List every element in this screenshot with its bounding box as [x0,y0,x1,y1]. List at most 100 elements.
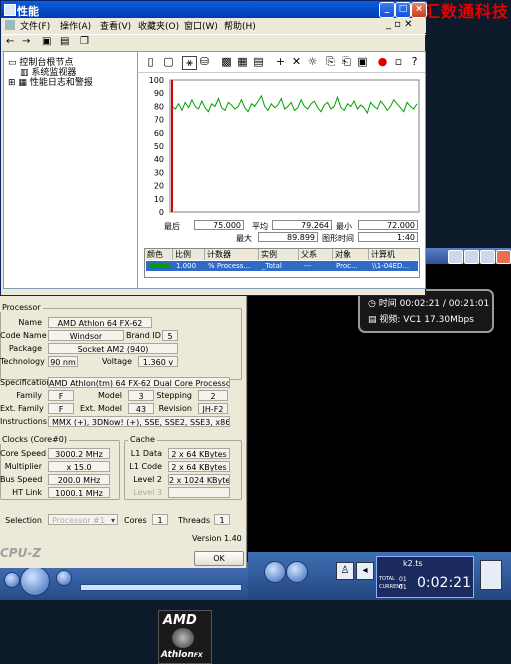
logo-amd-text: AMD [163,613,197,628]
min-label: 最小 [336,222,352,231]
avg-label: 平均 [252,222,268,231]
l1-data-field: 2 x 64 KBytes [168,448,230,459]
watermark: 汇数通科技 [424,2,510,21]
view-histogram-icon[interactable]: ▦ [236,56,249,68]
y-tick-label: 20 [154,182,164,191]
help-icon[interactable]: ? [408,56,421,68]
clear-display-icon[interactable]: ▢ [162,56,175,68]
cell-parent: --- [304,262,312,270]
plot-area [169,79,420,213]
tree-item-perf-logs[interactable]: ⊞ ▦ 性能日志和警报 [8,75,93,88]
level2-field: 2 x 1024 KBytes [168,474,230,485]
lcd-current-value: 01 [399,584,407,591]
codename-label: Code Name [0,331,47,340]
delete-icon[interactable]: ✕ [290,56,303,68]
performance-graph: 1009080706050403020100 [149,76,420,217]
y-tick-label: 60 [154,129,164,138]
close-button[interactable]: × [411,2,427,18]
update-data-icon[interactable]: ▫ [392,56,405,68]
player-maximize-button[interactable] [480,250,495,264]
minimize-button[interactable]: _ [379,2,395,18]
col-computer[interactable]: 计算机 [369,249,419,260]
shuffle-button[interactable] [286,561,308,583]
stepping-label: Stepping [156,391,192,400]
bus-speed-field: 200.0 MHz [48,474,110,485]
maximize-button[interactable]: □ [395,2,411,18]
child-window-controls[interactable]: _ ▫ ✕ [386,19,413,30]
cores-field: 1 [152,514,168,525]
paste-counter-list-icon[interactable]: ⎗ [340,56,353,68]
instructions-field: MMX (+), 3DNow! (+), SSE, SSE2, SSE3, x8… [48,416,230,427]
new-counter-set-icon[interactable]: ▯ [144,56,157,68]
processor-select[interactable]: Processor #1 ▾ [48,514,118,525]
ok-button[interactable]: OK [194,551,244,566]
min-value: 72.000 [358,220,418,230]
cache-group-label: Cache [128,435,157,444]
up-folder-icon[interactable]: ▣ [42,36,51,47]
add-icon[interactable]: + [274,56,287,68]
properties-icon[interactable]: ❐ [80,36,89,47]
y-tick-label: 100 [149,76,164,85]
brandid-label: Brand ID [126,331,161,340]
previous-button[interactable] [56,570,72,586]
ext-model-label: Ext. Model [80,404,123,413]
col-color[interactable]: 颜色 [145,249,173,260]
view-log-data-icon[interactable]: ⛁ [198,56,211,68]
avg-value: 79.264 [272,220,332,230]
athlon-emblem-icon [172,628,194,648]
col-parent[interactable]: 父系 [299,249,333,260]
menu-file[interactable]: 文件(F) [20,19,50,32]
level3-label: Level 3 [133,488,162,497]
stop-button[interactable] [4,572,20,588]
lcd-filename: k2.ts [403,559,423,568]
menu-view[interactable]: 查看(V) [100,19,131,32]
bus-speed-label: Bus Speed [0,475,43,484]
back-icon[interactable]: ← [6,36,14,47]
play-button[interactable] [20,566,50,596]
col-object[interactable]: 对象 [333,249,369,260]
seek-bar[interactable] [80,584,242,591]
player-menu-button[interactable] [448,250,463,264]
table-row[interactable]: 1.000 % Process... _Total --- Proc... \\… [146,261,418,271]
copy-properties-icon[interactable]: ⎘ [324,56,337,68]
view-current-activity-icon[interactable]: ⚹ [182,56,197,70]
revision-field: JH-F2 [198,403,228,414]
menu-window[interactable]: 窗口(W) [184,19,218,32]
multiplier-field: x 15.0 [48,461,110,472]
player-close-button[interactable] [496,250,511,264]
forward-icon[interactable]: → [22,36,30,47]
clock-icon: ◷ [368,299,376,309]
col-scale[interactable]: 比例 [173,249,205,260]
voltage-field: 1.360 v [138,356,178,367]
fullscreen-button[interactable] [480,560,502,590]
spec-field: AMD Athlon(tm) 64 FX-62 Dual Core Proces… [48,377,230,388]
properties-icon[interactable]: ▣ [356,56,369,68]
repeat-button[interactable] [264,561,286,583]
performance-window: 性能 _ □ × 文件(F) 操作(A) 查看(V) 收藏夹(O) 窗口(W) … [0,0,427,296]
volume-icon[interactable]: ◂ [356,562,374,580]
technology-label: Technology [0,357,45,366]
view-report-icon[interactable]: ▤ [252,56,265,68]
l1-data-label: L1 Data [130,449,162,458]
col-instance[interactable]: 实例 [259,249,299,260]
view-graph-icon[interactable]: ▩ [220,56,233,68]
multiplier-label: Multiplier [4,462,42,471]
lcd-time: 0:02:21 [417,575,471,591]
menu-favorites[interactable]: 收藏夹(O) [138,19,179,32]
menu-action[interactable]: 操作(A) [60,19,91,32]
show-tree-icon[interactable]: ▤ [60,36,69,47]
freeze-display-icon[interactable]: ● [376,56,389,68]
expand-icon[interactable]: ⊞ [8,78,16,88]
amd-athlon-logo: AMD AthlonFX [158,610,212,664]
highlight-icon[interactable]: ☼ [306,56,319,68]
brandid-field: 5 [162,330,178,341]
person-icon[interactable]: ♙ [336,562,354,580]
menu-help[interactable]: 帮助(H) [224,19,256,32]
col-counter[interactable]: 计数器 [205,249,259,260]
ht-link-label: HT Link [12,488,42,497]
perf-titlebar[interactable]: 性能 _ □ × [1,1,427,18]
y-tick-label: 30 [154,168,164,177]
technology-field: 90 nm [48,356,78,367]
voltage-label: Voltage [101,357,132,366]
player-minimize-button[interactable] [464,250,479,264]
